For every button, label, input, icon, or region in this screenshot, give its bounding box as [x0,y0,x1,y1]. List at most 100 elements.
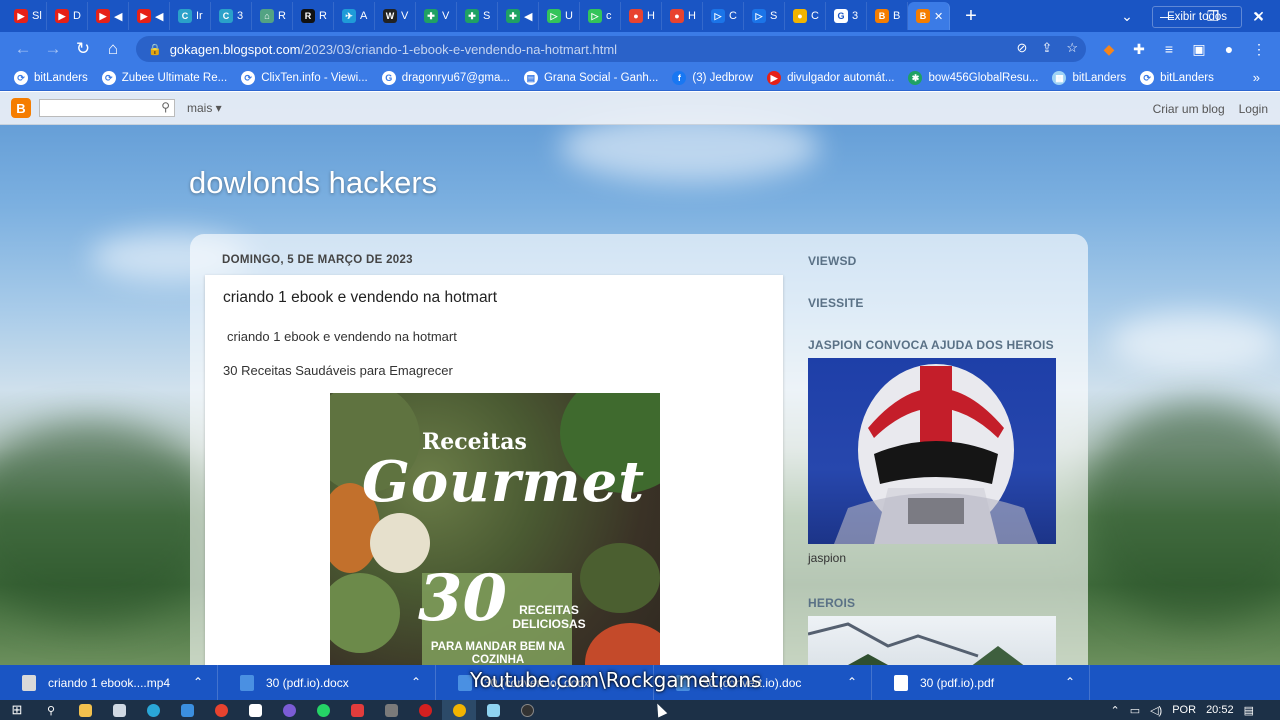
tab-favicon-icon: C [219,9,233,23]
metamask-icon[interactable]: ◆ [1094,41,1124,58]
notepad-icon[interactable] [238,700,272,720]
ebook-cover-image[interactable]: Receitas Gourmet 30 RECEITAS DELICIOSAS … [330,393,660,665]
download-filename: 30 (pdf.io).docx [266,675,349,690]
chevron-up-icon[interactable]: ⌃ [193,675,203,689]
windows-start-icon[interactable]: ⊞ [0,700,34,720]
browser-tab[interactable]: WV [375,2,416,30]
sidebar-heading: VIEWSD [808,254,857,268]
herois-image[interactable] [808,616,1056,665]
browser-tab[interactable]: C Ir [170,2,211,30]
browser-tab[interactable]: ● H [662,2,703,30]
browser-tab[interactable]: ▷ S [744,2,785,30]
clock[interactable]: 20:52 [1206,704,1234,716]
language-indicator[interactable]: POR [1172,704,1196,716]
share-icon[interactable]: ⇪ [1041,40,1052,56]
browser-tab[interactable]: G3 [826,2,867,30]
download-item[interactable]: criando 1 ebook....mp4 ⌃ [0,665,218,700]
forward-button[interactable]: → [38,39,68,59]
browser-tab[interactable]: ▶ ◀ [129,2,170,30]
browser-tab[interactable]: RR [293,2,334,30]
chevron-up-icon[interactable]: ⌃ [847,675,857,689]
chrome-icon[interactable] [442,700,476,720]
bookmark-item[interactable]: f (3) Jedbrow [672,71,753,85]
bookmark-item[interactable]: ⟳ bitLanders [1140,71,1214,85]
browser-tab[interactable]: C3 [211,2,252,30]
whatsapp-icon[interactable] [306,700,340,720]
browser-tab[interactable]: B ✕ [908,2,950,30]
puzzle-icon[interactable]: ✚ [1124,41,1154,58]
show-all-downloads-button[interactable]: Exibir todos [1152,6,1242,28]
bookmark-item[interactable]: ▤ Grana Social - Ganh... [523,71,658,85]
browser-tab[interactable]: ▶ D [47,2,88,30]
bookmark-item[interactable]: ✱ bow456GlobalResu... [908,71,1038,85]
chevron-up-icon[interactable]: ⌃ [1110,704,1119,717]
file-icon [894,674,908,691]
browser-tab[interactable]: ▷ U [539,2,580,30]
create-blog-link[interactable]: Criar um blog [1153,102,1225,116]
app-icon[interactable] [340,700,374,720]
obs-icon[interactable] [510,700,544,720]
post-title[interactable]: criando 1 ebook e vendendo na hotmart [223,289,497,307]
browser-tab[interactable]: ✚ V [416,2,457,30]
app-icon[interactable] [374,700,408,720]
post-text: 30 Receitas Saudáveis para Emagrecer [223,363,453,378]
kebab-menu-icon[interactable]: ⋮ [1244,41,1274,58]
search-icon[interactable]: ⚲ [161,100,170,114]
chevron-up-icon[interactable]: ⌃ [411,675,421,689]
bookmark-item[interactable]: ⟳ ClixTen.info - Viewi... [241,71,368,85]
tab-favicon-icon: ▷ [711,9,725,23]
bookmark-item[interactable]: ▶ divulgador automát... [767,71,894,85]
jaspion-image[interactable] [808,358,1056,544]
address-bar[interactable]: 🔒 gokagen.blogspot.com/2023/03/criando-1… [136,36,1086,62]
bookmark-item[interactable]: ⟳ bitLanders [14,71,88,85]
sidepanel-icon[interactable]: ▣ [1184,41,1214,58]
browser-tab[interactable]: ▷ C [703,2,744,30]
blog-title[interactable]: dowlonds hackers [189,165,437,201]
app-icon[interactable] [272,700,306,720]
star-icon[interactable]: ☆ [1066,40,1078,56]
browser-tab[interactable]: ⌂ R [252,2,293,30]
browser-tab[interactable]: ✚ S [457,2,498,30]
reload-button[interactable]: ↻ [68,39,98,59]
mail-icon[interactable] [170,700,204,720]
chevron-up-icon[interactable]: ⌃ [1065,675,1075,689]
edge-icon[interactable] [136,700,170,720]
blog-search-input[interactable]: ⚲ [39,99,175,117]
login-link[interactable]: Login [1239,102,1268,116]
blogger-logo[interactable]: B [11,98,31,118]
browser-tab[interactable]: BB [867,2,908,30]
browser-tab[interactable]: ✈ A [334,2,375,30]
download-item[interactable]: 30 (pdf.io).docx ⌃ [218,665,436,700]
eye-off-icon[interactable]: ⊘ [1017,40,1028,56]
chrome-icon[interactable] [204,700,238,720]
bookmark-item[interactable]: ▦ bitLanders [1052,71,1126,85]
app-icon[interactable] [476,700,510,720]
network-icon[interactable]: ▭ [1130,704,1140,717]
avatar[interactable]: ● [1214,41,1244,57]
back-button[interactable]: ← [8,39,38,59]
more-menu[interactable]: mais ▾ [187,101,222,115]
download-item[interactable]: 30 (pdf.io).pdf ⌃ [872,665,1090,700]
bookmarks-overflow-icon[interactable]: » [1253,70,1260,85]
store-icon[interactable] [102,700,136,720]
tab-favicon-icon: ▷ [588,9,602,23]
home-button[interactable]: ⌂ [98,39,128,59]
browser-tab[interactable]: ✚ ◀ [498,2,539,30]
browser-tab[interactable]: ● H [621,2,662,30]
media-icon[interactable]: ≡ [1154,41,1184,57]
lock-icon[interactable]: 🔒 [148,43,162,56]
browser-tab[interactable]: ▶ Sl [6,2,47,30]
notification-icon[interactable]: ▤ [1244,704,1254,717]
browser-tab[interactable]: ▷ c [580,2,621,30]
record-icon[interactable] [408,700,442,720]
bookmark-item[interactable]: ⟳ Zubee Ultimate Re... [101,71,227,85]
volume-icon[interactable]: ◁) [1150,704,1162,717]
file-explorer-icon[interactable] [68,700,102,720]
bookmark-item[interactable]: Gdragonryu67@gma... [381,71,510,85]
search-icon[interactable]: ⚲ [34,700,68,720]
more-label[interactable]: mais [187,101,212,115]
close-downloads-icon[interactable]: ✕ [1252,8,1265,26]
browser-tab[interactable]: ● C [785,2,826,30]
new-tab-button[interactable]: + [956,2,986,30]
browser-tab[interactable]: ▶ ◀ [88,2,129,30]
